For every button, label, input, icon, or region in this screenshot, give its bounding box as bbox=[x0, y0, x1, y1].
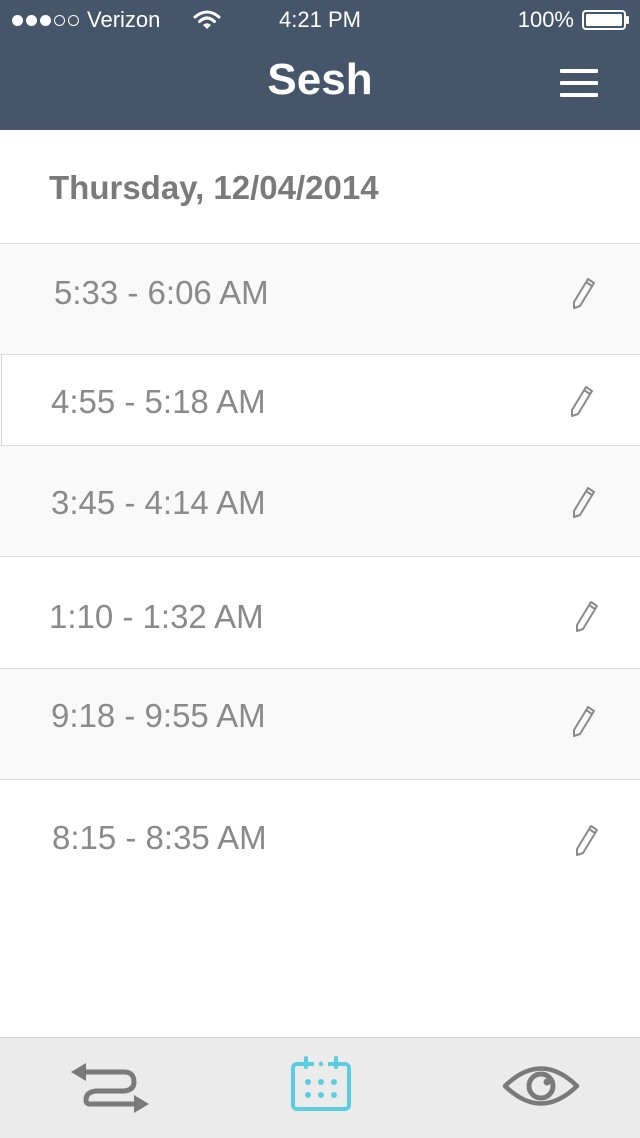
row-divider bbox=[1, 355, 2, 445]
session-time-range: 9:18 - 9:55 AM bbox=[51, 697, 266, 734]
session-row[interactable]: 9:18 - 9:55 AM bbox=[0, 669, 640, 780]
eye-icon bbox=[502, 1066, 580, 1106]
pencil-icon[interactable] bbox=[574, 599, 600, 633]
calendar-icon bbox=[291, 1056, 351, 1111]
status-bar: Verizon 4:21 PM 100% bbox=[0, 0, 640, 40]
session-row[interactable]: 4:55 - 5:18 AM bbox=[0, 355, 640, 446]
tab-calendar[interactable] bbox=[213, 1038, 427, 1138]
session-row[interactable]: 1:10 - 1:32 AM bbox=[0, 557, 640, 669]
app-screen: Verizon 4:21 PM 100% Sesh Thursday, 12/0… bbox=[0, 0, 640, 1138]
menu-line bbox=[560, 81, 598, 85]
hamburger-menu-icon[interactable] bbox=[560, 66, 600, 100]
pencil-icon[interactable] bbox=[571, 485, 597, 519]
pencil-icon[interactable] bbox=[574, 823, 600, 857]
tab-view[interactable] bbox=[427, 1038, 640, 1138]
status-right: 100% bbox=[518, 0, 630, 40]
menu-line bbox=[560, 93, 598, 97]
menu-line bbox=[560, 69, 598, 73]
tab-swap[interactable] bbox=[0, 1038, 213, 1138]
session-time-range: 3:45 - 4:14 AM bbox=[51, 484, 266, 521]
pencil-icon[interactable] bbox=[571, 704, 597, 738]
top-header: Verizon 4:21 PM 100% Sesh bbox=[0, 0, 640, 130]
bottom-tab-bar bbox=[0, 1037, 640, 1138]
session-row[interactable]: 3:45 - 4:14 AM bbox=[0, 446, 640, 557]
battery-percent: 100% bbox=[517, 7, 574, 32]
session-time-range: 1:10 - 1:32 AM bbox=[49, 598, 264, 635]
pencil-icon[interactable] bbox=[571, 276, 597, 310]
date-label: Thursday, 12/04/2014 bbox=[49, 169, 379, 206]
session-row[interactable]: 5:33 - 6:06 AM bbox=[0, 244, 640, 355]
battery-icon bbox=[582, 10, 629, 30]
date-section-header: Thursday, 12/04/2014 bbox=[0, 130, 640, 244]
session-time-range: 4:55 - 5:18 AM bbox=[51, 383, 266, 420]
session-time-range: 8:15 - 8:35 AM bbox=[52, 819, 267, 856]
pencil-icon[interactable] bbox=[569, 384, 595, 418]
session-time-range: 5:33 - 6:06 AM bbox=[54, 274, 269, 311]
swap-arrows-icon bbox=[71, 1063, 149, 1113]
app-title: Sesh bbox=[267, 55, 373, 104]
session-row[interactable]: 8:15 - 8:35 AM bbox=[0, 780, 640, 900]
